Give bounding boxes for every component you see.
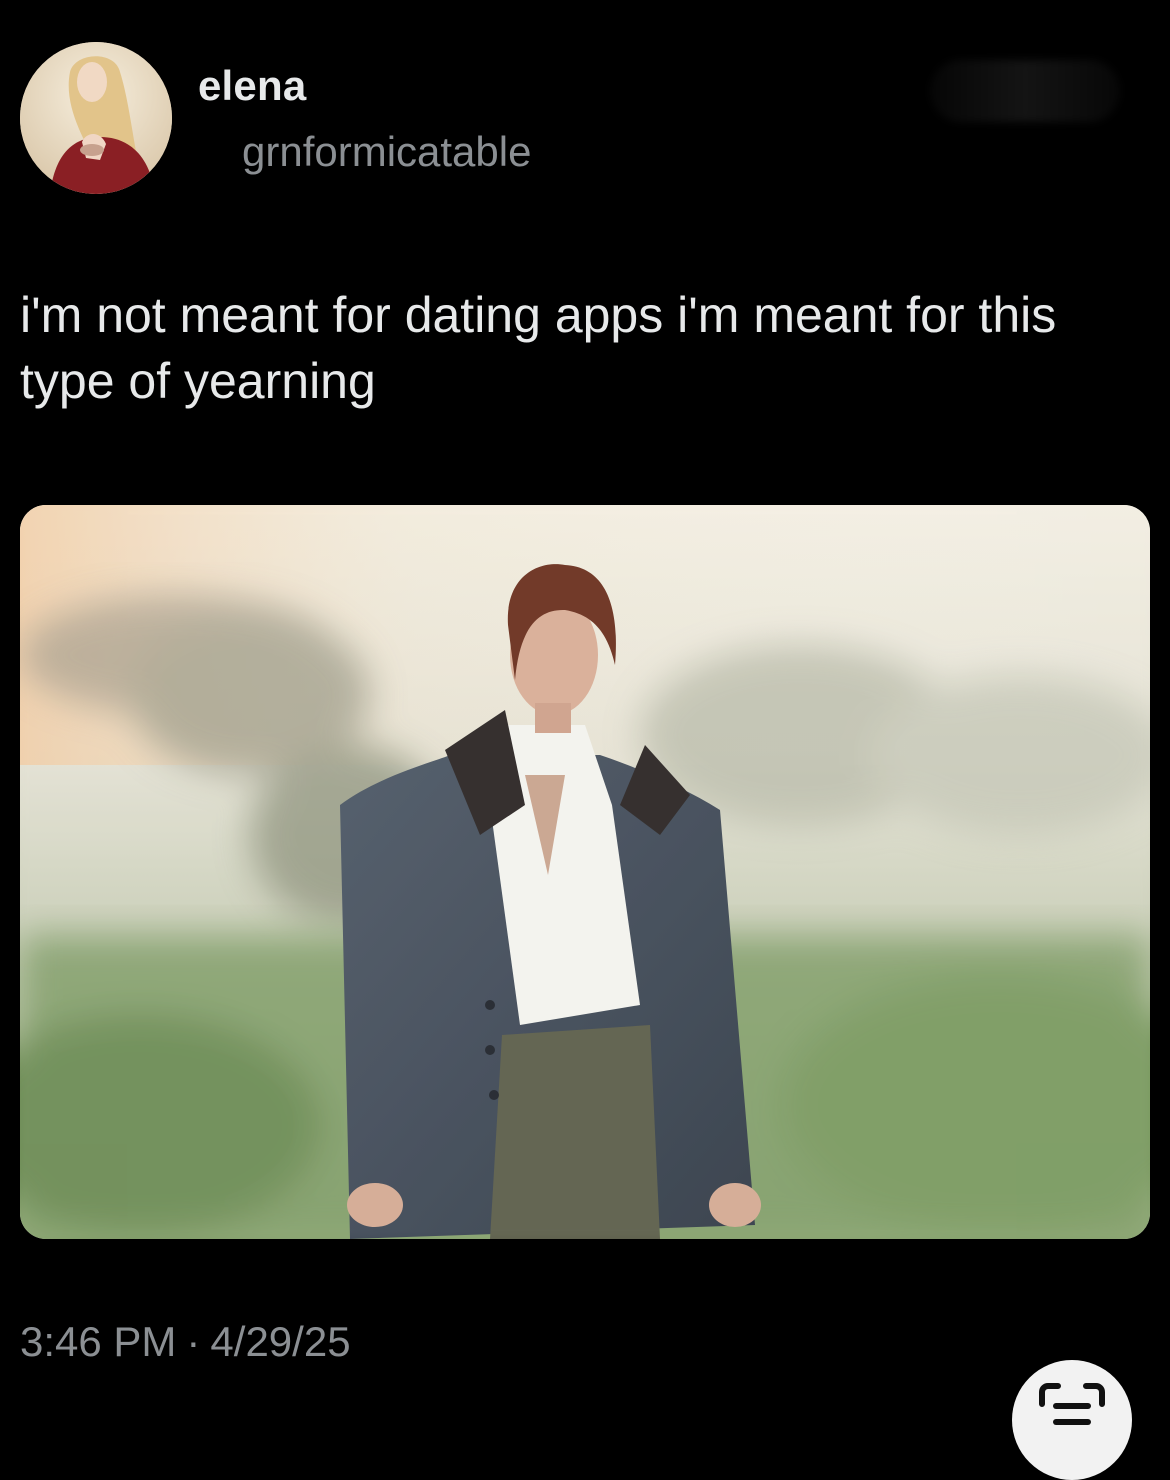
avatar[interactable]	[20, 42, 172, 194]
timestamp-separator: ·	[186, 1318, 201, 1365]
blurred-follow-button[interactable]	[930, 60, 1120, 122]
tweet-timestamp[interactable]: 3:46 PM · 4/29/25	[20, 1318, 351, 1366]
tweet-text: i'm not meant for dating apps i'm meant …	[20, 287, 1057, 409]
tweet-time: 3:46 PM	[20, 1318, 177, 1365]
user-handle[interactable]: grnformicatable	[242, 128, 531, 176]
avatar-photo	[20, 42, 172, 194]
photo-scene	[20, 505, 1150, 1239]
tweet-date: 4/29/25	[210, 1318, 351, 1365]
display-name[interactable]: elena	[198, 62, 306, 110]
scan-text-button[interactable]	[1012, 1360, 1132, 1480]
tweet-media-photo[interactable]	[20, 505, 1150, 1239]
